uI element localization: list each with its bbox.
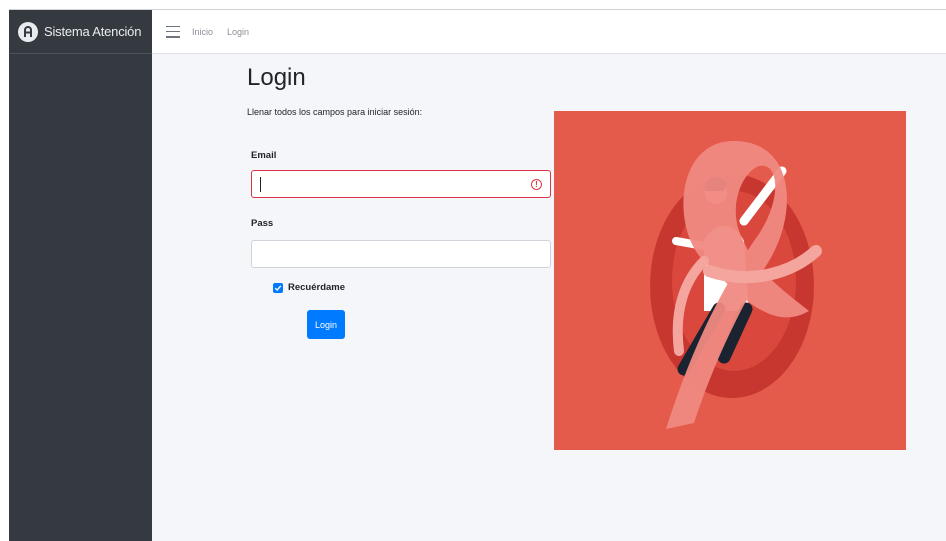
remember-me-label: Recuérdame <box>288 282 346 293</box>
main-content: Login Llenar todos los campos para inici… <box>152 54 946 541</box>
email-field[interactable]: ! <box>251 170 551 198</box>
email-label: Email <box>251 150 277 161</box>
error-icon: ! <box>531 179 542 190</box>
top-navbar: Inicio Login <box>152 10 946 54</box>
pass-label: Pass <box>251 218 274 229</box>
text-caret <box>260 177 261 192</box>
remember-me-checkbox[interactable] <box>273 282 283 293</box>
form-instructions: Llenar todos los campos para iniciar ses… <box>247 107 423 117</box>
page-title: Login <box>247 64 306 91</box>
hamburger-menu-icon[interactable] <box>166 25 180 38</box>
nav-link-login[interactable]: Login <box>227 27 249 37</box>
check-icon <box>274 284 282 291</box>
brand-logo-icon <box>18 21 38 42</box>
brand-link[interactable]: Sistema Atención <box>9 10 152 54</box>
password-field[interactable] <box>251 240 551 268</box>
login-button[interactable]: Login <box>307 310 345 339</box>
ribbon-illustration <box>554 111 906 450</box>
brand-name: Sistema Atención <box>44 24 142 39</box>
sidebar: Sistema Atención <box>9 10 152 541</box>
app-frame: Sistema Atención Inicio Login Login Llen… <box>9 9 946 541</box>
remember-me-row[interactable]: Recuérdame <box>273 282 345 293</box>
nav-link-inicio[interactable]: Inicio <box>192 27 213 37</box>
